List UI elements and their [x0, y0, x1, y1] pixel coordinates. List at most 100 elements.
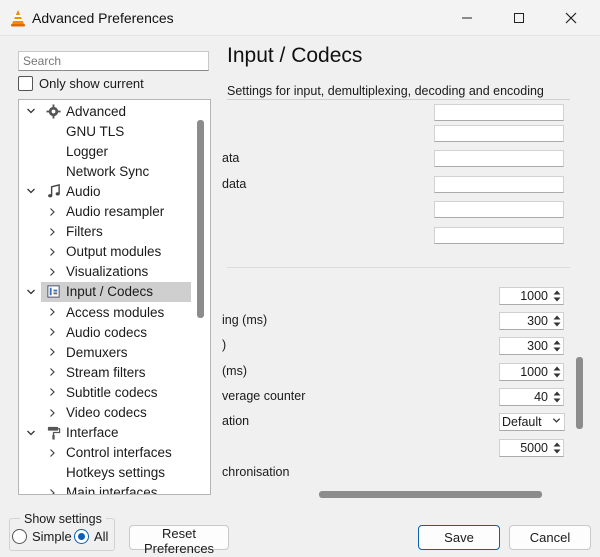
spin-down-icon[interactable]	[551, 296, 562, 303]
tree-item-label: Subtitle codecs	[66, 384, 158, 400]
maximize-button[interactable]	[496, 0, 542, 36]
chevron-down-icon[interactable]	[26, 282, 36, 302]
chevron-right-icon[interactable]	[47, 242, 57, 262]
spin-up-icon[interactable]	[551, 289, 562, 296]
tree-item-label: Main interfaces	[66, 485, 158, 495]
number-spinbox[interactable]: 40	[499, 388, 564, 406]
dropdown-select[interactable]: Default	[499, 413, 565, 431]
tree-item-label: Audio	[66, 183, 101, 199]
chevron-right-icon[interactable]	[47, 322, 57, 342]
tree-item[interactable]: Network Sync	[20, 161, 191, 181]
tree-item[interactable]: Output modules	[20, 242, 191, 262]
spinbox-value: 40	[534, 390, 548, 404]
number-spinbox[interactable]: 1000	[499, 363, 564, 381]
chevron-down-icon[interactable]	[26, 423, 36, 443]
tree-item-label: Output modules	[66, 244, 162, 260]
setting-label: ing (ms)	[222, 313, 268, 327]
chevron-right-icon[interactable]	[47, 382, 57, 402]
spin-up-icon[interactable]	[551, 365, 562, 372]
tree-item[interactable]: Visualizations	[20, 262, 191, 282]
category-tree[interactable]: Advanced GNU TLS Logger Network Sync Audio Au…	[18, 99, 211, 495]
chevron-right-icon[interactable]	[47, 202, 57, 222]
chevron-right-icon[interactable]	[47, 443, 57, 463]
all-radio-option[interactable]: All	[74, 529, 108, 544]
tree-item[interactable]: Input / Codecs	[27, 281, 191, 302]
tree-scrollbar-thumb[interactable]	[197, 120, 204, 318]
tree-item[interactable]: Access modules	[20, 302, 191, 322]
gear-icon	[45, 103, 61, 119]
setting-label: )	[222, 338, 227, 352]
tree-item-label: Control interfaces	[66, 445, 172, 461]
spin-down-icon[interactable]	[551, 448, 562, 455]
simple-radio-option[interactable]: Simple	[12, 529, 72, 544]
spin-up-icon[interactable]	[551, 339, 562, 346]
tree-item[interactable]: Audio codecs	[20, 322, 191, 342]
tree-item[interactable]: Interface	[20, 423, 191, 443]
chevron-right-icon[interactable]	[47, 342, 57, 362]
input-codecs-icon	[45, 284, 61, 300]
tree-item[interactable]: Audio resampler	[20, 202, 191, 222]
chevron-down-icon[interactable]	[26, 101, 36, 121]
tree-item[interactable]: Demuxers	[20, 342, 191, 362]
spin-down-icon[interactable]	[551, 321, 562, 328]
paint-roller-icon	[45, 425, 61, 441]
number-spinbox[interactable]: 5000	[499, 439, 564, 457]
text-field[interactable]	[434, 150, 564, 167]
spin-up-icon[interactable]	[551, 441, 562, 448]
chevron-right-icon[interactable]	[47, 403, 57, 423]
all-radio[interactable]	[74, 529, 89, 544]
reset-preferences-button[interactable]: Reset Preferences	[129, 525, 229, 556]
tree-item[interactable]: Logger	[20, 141, 191, 161]
chevron-right-icon[interactable]	[47, 362, 57, 382]
text-field[interactable]	[434, 227, 564, 244]
only-show-current-checkbox[interactable]: Only show current	[18, 76, 144, 91]
chevron-right-icon[interactable]	[47, 262, 57, 282]
tree-item-label: Input / Codecs	[66, 284, 154, 300]
text-field[interactable]	[434, 104, 564, 121]
close-button[interactable]	[548, 0, 594, 36]
number-spinbox[interactable]: 1000	[499, 287, 564, 305]
setting-label: verage counter	[222, 389, 306, 403]
tree-item-label: GNU TLS	[66, 123, 125, 139]
number-spinbox[interactable]: 300	[499, 312, 564, 330]
simple-radio-label: Simple	[32, 529, 72, 544]
tree-item[interactable]: Control interfaces	[20, 443, 191, 463]
spin-up-icon[interactable]	[551, 390, 562, 397]
checkbox-box[interactable]	[18, 76, 33, 91]
chevron-right-icon[interactable]	[47, 222, 57, 242]
music-note-icon	[45, 183, 61, 199]
spin-down-icon[interactable]	[551, 372, 562, 379]
dropdown-value: Default	[502, 415, 542, 429]
settings-scroll-area[interactable]: ata data 1000 ing (ms) 300) 300 (ms) 1000 verag…	[211, 100, 586, 490]
minimize-button[interactable]	[444, 0, 490, 36]
tree-item[interactable]: Main interfaces	[20, 483, 191, 495]
tree-item[interactable]: Subtitle codecs	[20, 382, 191, 402]
tree-item[interactable]: Stream filters	[20, 362, 191, 382]
tree-item[interactable]: GNU TLS	[20, 121, 191, 141]
tree-item[interactable]: Video codecs	[20, 403, 191, 423]
tree-item[interactable]: Advanced	[20, 101, 191, 121]
tree-item-label: Stream filters	[66, 364, 146, 380]
text-field[interactable]	[434, 125, 564, 142]
text-field[interactable]	[434, 176, 564, 193]
tree-item[interactable]: Hotkeys settings	[20, 463, 191, 483]
chevron-right-icon[interactable]	[47, 483, 57, 494]
tree-item[interactable]: Filters	[20, 222, 191, 242]
tree-item[interactable]: Audio	[20, 181, 191, 201]
spin-down-icon[interactable]	[551, 346, 562, 353]
spinbox-value: 1000	[520, 289, 548, 303]
simple-radio[interactable]	[12, 529, 27, 544]
title-bar: Advanced Preferences	[0, 0, 600, 36]
save-button[interactable]: Save	[418, 525, 500, 550]
cancel-button[interactable]: Cancel	[509, 525, 591, 550]
number-spinbox[interactable]: 300	[499, 337, 564, 355]
spin-down-icon[interactable]	[551, 397, 562, 404]
panel-vertical-scrollbar-thumb[interactable]	[576, 357, 583, 429]
search-input[interactable]	[18, 51, 209, 71]
spin-up-icon[interactable]	[551, 314, 562, 321]
text-field[interactable]	[434, 201, 564, 218]
show-settings-title: Show settings	[20, 512, 106, 526]
chevron-down-icon[interactable]	[26, 181, 36, 201]
panel-horizontal-scrollbar-thumb[interactable]	[319, 491, 542, 498]
chevron-right-icon[interactable]	[47, 302, 57, 322]
